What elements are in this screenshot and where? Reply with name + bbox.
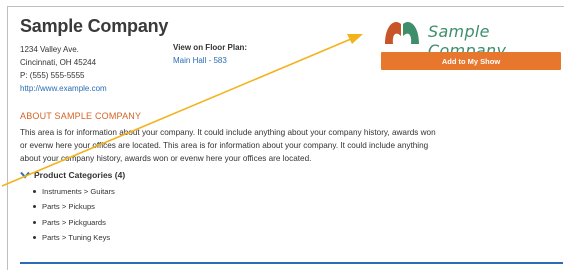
product-categories-toggle[interactable]: Product Categories (4) [20, 170, 125, 180]
phone-number: P: (555) 555-5555 [20, 71, 85, 80]
product-category-list: Instruments > Guitars Parts > Pickups Pa… [32, 187, 115, 248]
address-line-1: 1234 Valley Ave. [20, 45, 79, 54]
section-divider [20, 262, 563, 264]
chevron-down-icon [20, 171, 30, 179]
company-name: Sample Company [20, 16, 169, 36]
company-logo: Sample Company [382, 14, 564, 60]
list-item: Parts > Pickguards [32, 218, 115, 233]
website-link[interactable]: http://www.example.com [20, 82, 107, 95]
company-logo-icon [385, 22, 419, 44]
list-item: Instruments > Guitars [32, 187, 115, 202]
floor-plan-title: View on Floor Plan: [173, 43, 248, 52]
list-item: Parts > Pickups [32, 202, 115, 217]
list-item: Parts > Tuning Keys [32, 233, 115, 248]
product-categories-heading: Product Categories (4) [34, 170, 126, 180]
address-line-2: Cincinnati, OH 45244 [20, 58, 97, 67]
add-to-my-show-button[interactable]: Add to My Show [381, 52, 561, 70]
floor-plan-link[interactable]: Main Hall - 583 [173, 56, 227, 65]
about-heading: ABOUT SAMPLE COMPANY [20, 111, 142, 121]
exhibitor-card: Sample Company 1234 Valley Ave. Cincinna… [7, 6, 564, 270]
about-description: This area is for information about your … [20, 128, 436, 164]
